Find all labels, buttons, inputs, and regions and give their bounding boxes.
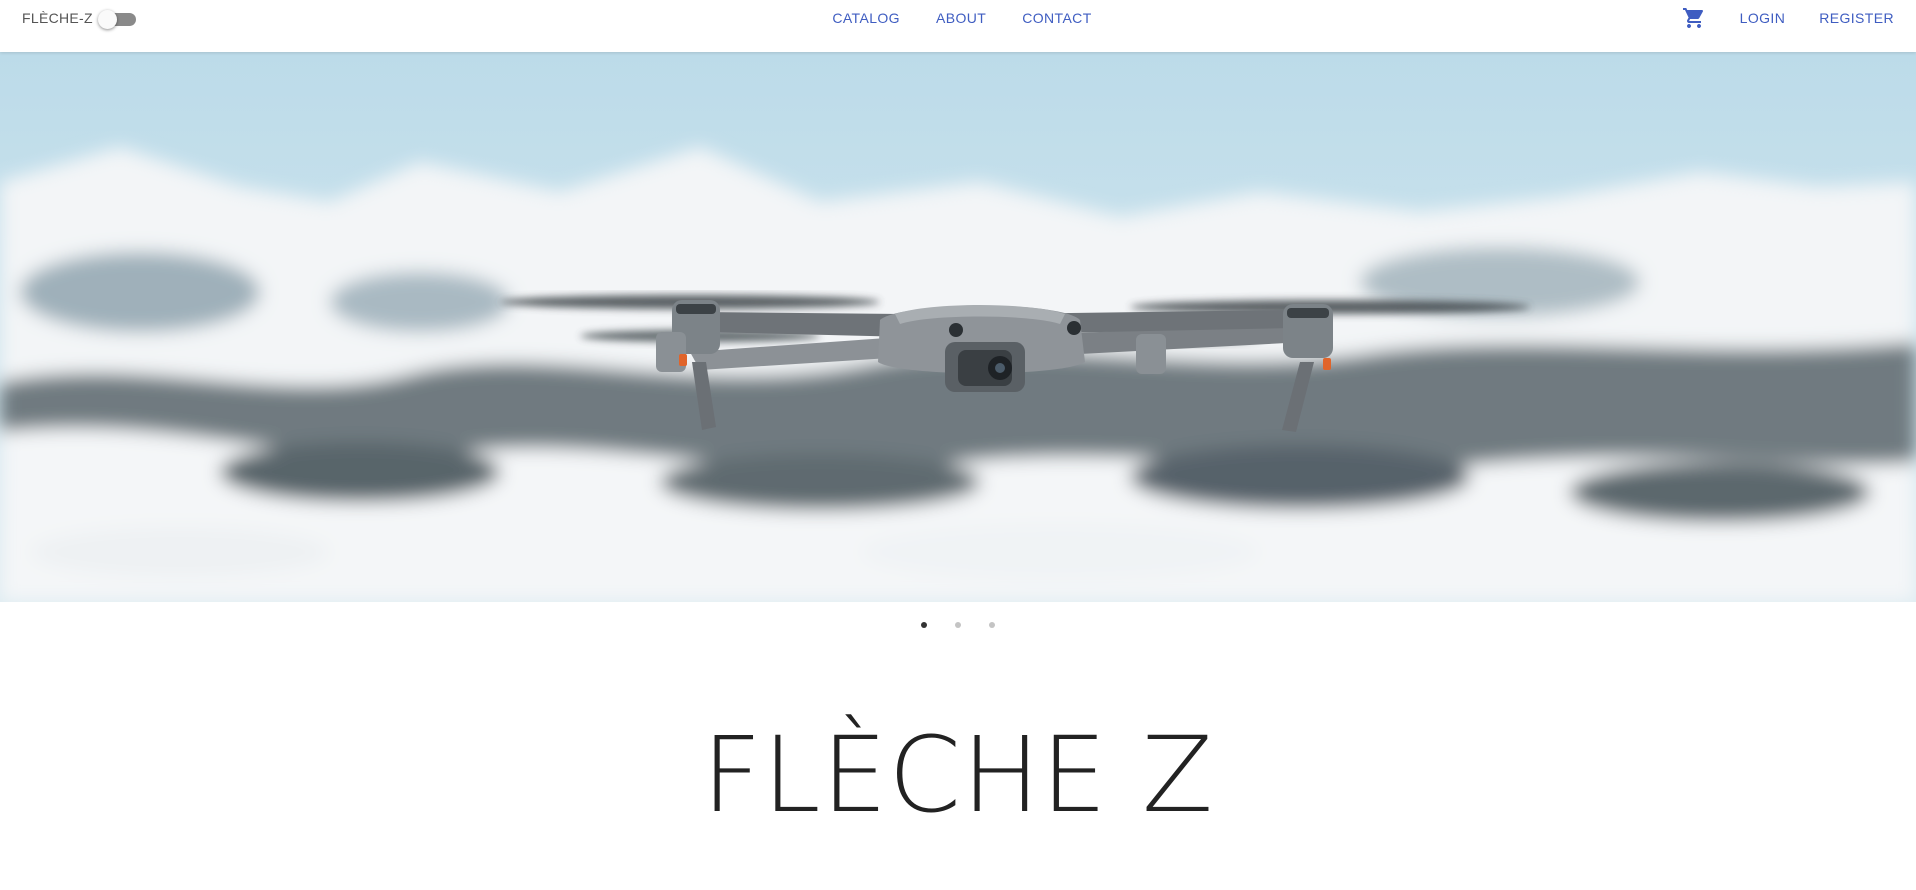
carousel-pagination bbox=[0, 622, 1916, 628]
drone-mountain-image bbox=[0, 52, 1916, 602]
hero-carousel-slide bbox=[0, 52, 1916, 602]
nav-link-contact[interactable]: CONTACT bbox=[1022, 0, 1091, 36]
register-link[interactable]: REGISTER bbox=[1819, 0, 1894, 36]
nav-link-catalog[interactable]: CATALOG bbox=[832, 0, 900, 36]
carousel-dot-1[interactable] bbox=[921, 622, 927, 628]
nav-link-about[interactable]: ABOUT bbox=[936, 0, 986, 36]
shopping-cart-icon[interactable] bbox=[1682, 6, 1706, 30]
page-title: FLÈCHE Z bbox=[701, 713, 1215, 836]
account-navigation: LOGIN REGISTER bbox=[1682, 0, 1894, 36]
login-link[interactable]: LOGIN bbox=[1740, 0, 1786, 36]
main-navigation: CATALOG ABOUT CONTACT bbox=[0, 0, 1916, 36]
carousel-dot-2[interactable] bbox=[955, 622, 961, 628]
carousel-dot-3[interactable] bbox=[989, 622, 995, 628]
top-app-bar: FLÈCHE-Z CATALOG ABOUT CONTACT LOGIN REG… bbox=[0, 0, 1916, 52]
